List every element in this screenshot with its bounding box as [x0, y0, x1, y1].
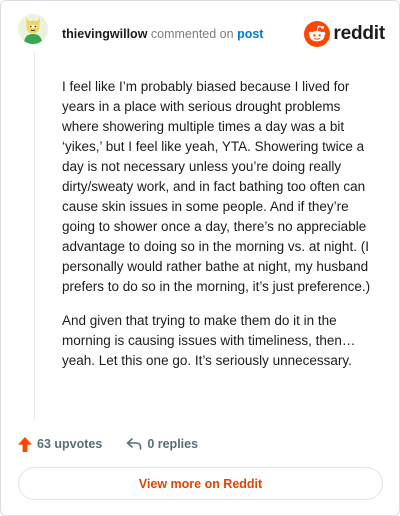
reply-count: 0 replies [147, 437, 199, 451]
upvote-count: 63 upvotes [37, 437, 103, 451]
username-link[interactable]: thievingwillow [62, 27, 147, 41]
reddit-wordmark: reddit [333, 23, 385, 44]
comment-footer: 63 upvotes 0 replies [18, 433, 198, 455]
action-text: commented on [150, 27, 234, 41]
comment-header: thievingwillow commented on post reddit [18, 14, 385, 54]
comment-byline: thievingwillow commented on post [62, 27, 263, 41]
embedded-comment-card: thievingwillow commented on post reddit … [0, 0, 400, 516]
reddit-snoo-icon [304, 21, 331, 47]
comment-body: I feel like I’m probably biased because … [62, 77, 380, 385]
upvote-button[interactable]: 63 upvotes [18, 436, 103, 452]
reply-arrow-icon [127, 438, 142, 450]
comment-paragraph: I feel like I’m probably biased because … [62, 79, 371, 294]
view-more-button[interactable]: View more on Reddit [18, 467, 383, 500]
user-avatar[interactable] [18, 14, 48, 44]
reply-button[interactable]: 0 replies [126, 437, 198, 451]
avatar-image [18, 14, 48, 44]
upvote-arrow-icon [18, 436, 32, 452]
comment-paragraph: And given that trying to make them do it… [62, 313, 356, 368]
post-link[interactable]: post [237, 27, 263, 41]
thread-line [34, 53, 35, 419]
reddit-brand-link[interactable]: reddit [304, 21, 385, 47]
